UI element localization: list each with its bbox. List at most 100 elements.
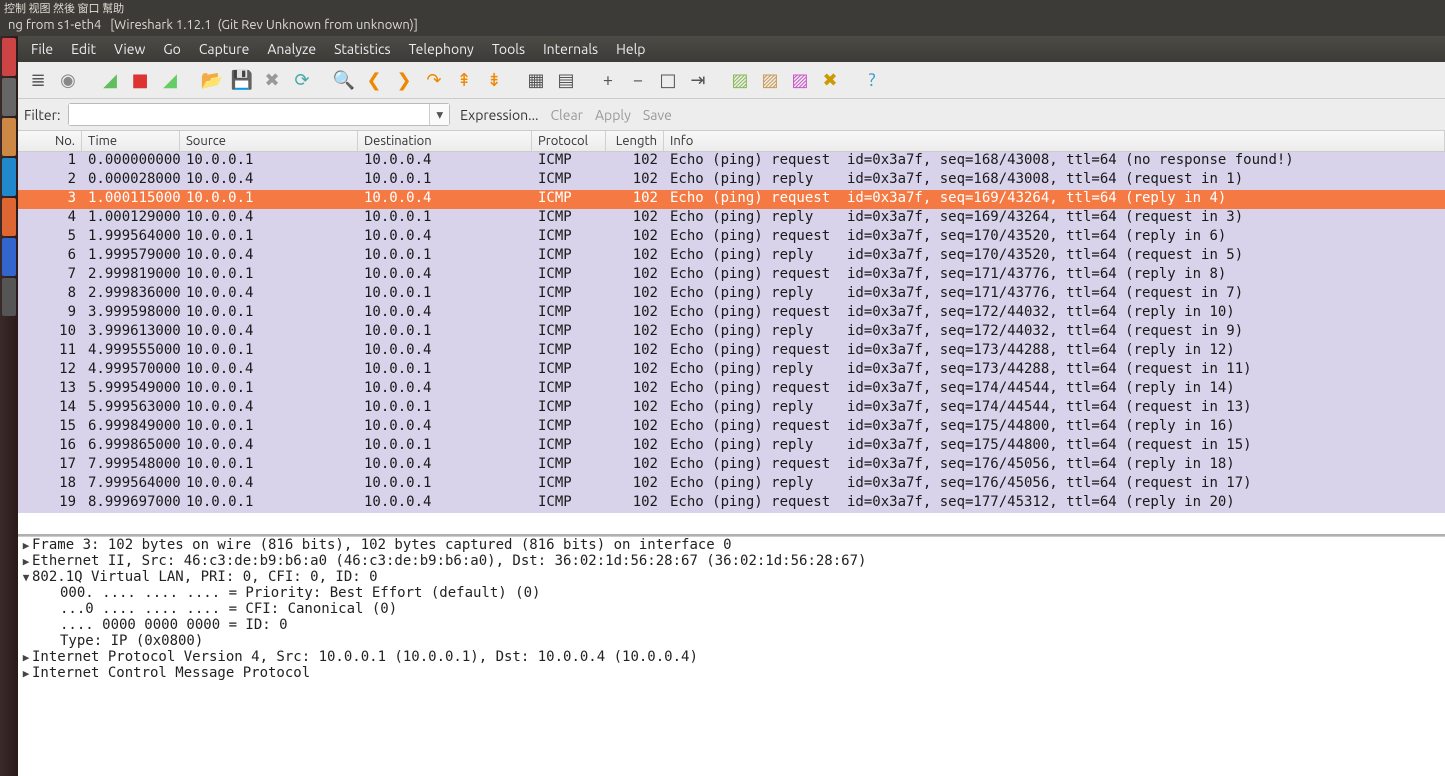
packet-row[interactable]: 124.99957000010.0.0.410.0.0.1ICMP102Echo… — [18, 361, 1445, 380]
packet-row[interactable]: 61.99957900010.0.0.410.0.0.1ICMP102Echo … — [18, 247, 1445, 266]
menu-help[interactable]: Help — [609, 39, 652, 59]
dock-icon[interactable] — [2, 78, 16, 116]
packet-row[interactable]: 145.99956300010.0.0.410.0.0.1ICMP102Echo… — [18, 399, 1445, 418]
open-icon[interactable]: 📂 — [198, 66, 226, 94]
filter-dropdown-button[interactable]: ▾ — [429, 104, 449, 125]
auto-scroll-icon[interactable]: ▤ — [552, 66, 580, 94]
packet-row[interactable]: 72.99981900010.0.0.110.0.0.4ICMP102Echo … — [18, 266, 1445, 285]
detail-row[interactable]: ...0 .... .... .... = CFI: Canonical (0) — [18, 601, 1445, 617]
detail-row[interactable]: ▼802.1Q Virtual LAN, PRI: 0, CFI: 0, ID:… — [18, 569, 1445, 585]
find-icon[interactable]: 🔍 — [330, 66, 358, 94]
packet-row[interactable]: 198.99969700010.0.0.110.0.0.4ICMP102Echo… — [18, 494, 1445, 513]
save-icon[interactable]: 💾 — [228, 66, 256, 94]
packet-row[interactable]: 93.99959800010.0.0.110.0.0.4ICMP102Echo … — [18, 304, 1445, 323]
title-right: [Wireshark 1.12.1 (Git Rev Unknown from … — [110, 18, 418, 32]
start-capture-icon[interactable]: ◢ — [96, 66, 124, 94]
menu-go[interactable]: Go — [156, 39, 187, 59]
detail-row[interactable]: .... 0000 0000 0000 = ID: 0 — [18, 617, 1445, 633]
detail-row[interactable]: Type: IP (0x0800) — [18, 633, 1445, 649]
detail-row[interactable]: ▶Internet Protocol Version 4, Src: 10.0.… — [18, 649, 1445, 665]
menu-edit[interactable]: Edit — [64, 39, 103, 59]
cell-info: Echo (ping) request id=0x3a7f, seq=177/4… — [664, 494, 1445, 513]
triangle-right-icon[interactable]: ▶ — [20, 539, 32, 552]
options-icon[interactable]: ◉ — [54, 66, 82, 94]
packet-row[interactable]: 82.99983600010.0.0.410.0.0.1ICMP102Echo … — [18, 285, 1445, 304]
packet-row[interactable]: 103.99961300010.0.0.410.0.0.1ICMP102Echo… — [18, 323, 1445, 342]
fwd-icon[interactable]: ❯ — [390, 66, 418, 94]
packet-list-body[interactable]: 10.00000000010.0.0.110.0.0.4ICMP102Echo … — [18, 152, 1445, 534]
menu-telephony[interactable]: Telephony — [402, 39, 481, 59]
dock-icon[interactable] — [2, 158, 16, 196]
packet-row[interactable]: 51.99956400010.0.0.110.0.0.4ICMP102Echo … — [18, 228, 1445, 247]
cell-src: 10.0.0.4 — [180, 475, 358, 494]
restart-capture-icon[interactable]: ◢ — [156, 66, 184, 94]
list-icon[interactable]: ≣ — [24, 66, 52, 94]
dock-icon[interactable] — [2, 238, 16, 276]
triangle-right-icon[interactable]: ▶ — [20, 555, 32, 568]
packet-list-header[interactable]: No. Time Source Destination Protocol Len… — [18, 131, 1445, 152]
zoom-in-icon[interactable]: + — [594, 66, 622, 94]
col-header-info[interactable]: Info — [664, 131, 1445, 151]
packet-row[interactable]: 114.99955500010.0.0.110.0.0.4ICMP102Echo… — [18, 342, 1445, 361]
packet-row[interactable]: 177.99954800010.0.0.110.0.0.4ICMP102Echo… — [18, 456, 1445, 475]
colorize-icon[interactable]: ▦ — [522, 66, 550, 94]
apply-button[interactable]: Apply — [593, 107, 633, 123]
col-header-no[interactable]: No. — [18, 131, 82, 151]
reload-icon[interactable]: ⟳ — [288, 66, 316, 94]
save-button[interactable]: Save — [641, 107, 674, 123]
detail-row[interactable]: ▶Frame 3: 102 bytes on wire (816 bits), … — [18, 537, 1445, 553]
packet-row[interactable]: 135.99954900010.0.0.110.0.0.4ICMP102Echo… — [18, 380, 1445, 399]
packet-row[interactable]: 41.00012900010.0.0.410.0.0.1ICMP102Echo … — [18, 209, 1445, 228]
goto-first-icon[interactable]: ⇞ — [450, 66, 478, 94]
prefs-icon[interactable]: ✖ — [816, 66, 844, 94]
dock-icon[interactable] — [2, 38, 16, 76]
expression-button[interactable]: Expression... — [458, 107, 540, 123]
packet-row[interactable]: 31.00011500010.0.0.110.0.0.4ICMP102Echo … — [18, 190, 1445, 209]
menu-tools[interactable]: Tools — [485, 39, 532, 59]
packet-row[interactable]: 20.00002800010.0.0.410.0.0.1ICMP102Echo … — [18, 171, 1445, 190]
detail-row[interactable]: ▶Internet Control Message Protocol — [18, 665, 1445, 681]
triangle-down-icon[interactable]: ▼ — [20, 571, 32, 584]
detail-row[interactable]: 000. .... .... .... = Priority: Best Eff… — [18, 585, 1445, 601]
resize-cols-icon[interactable]: ⇥ — [684, 66, 712, 94]
capture-filters-icon[interactable]: ▨ — [726, 66, 754, 94]
zoom-reset-icon[interactable]: □ — [654, 66, 682, 94]
menu-view[interactable]: View — [107, 39, 152, 59]
dock-icon[interactable] — [2, 278, 16, 316]
packet-row[interactable]: 166.99986500010.0.0.410.0.0.1ICMP102Echo… — [18, 437, 1445, 456]
menu-file[interactable]: File — [24, 39, 60, 59]
col-header-len[interactable]: Length — [606, 131, 664, 151]
packet-row[interactable]: 10.00000000010.0.0.110.0.0.4ICMP102Echo … — [18, 152, 1445, 171]
cell-dst: 10.0.0.1 — [358, 437, 532, 456]
menu-internals[interactable]: Internals — [536, 39, 605, 59]
jump-icon[interactable]: ↷ — [420, 66, 448, 94]
back-icon[interactable]: ❮ — [360, 66, 388, 94]
col-header-time[interactable]: Time — [82, 131, 180, 151]
menu-capture[interactable]: Capture — [192, 39, 257, 59]
goto-last-icon[interactable]: ⇟ — [480, 66, 508, 94]
coloring-rules-icon[interactable]: ▨ — [786, 66, 814, 94]
triangle-right-icon[interactable]: ▶ — [20, 651, 32, 664]
detail-row[interactable]: ▶Ethernet II, Src: 46:c3:de:b9:b6:a0 (46… — [18, 553, 1445, 569]
col-header-proto[interactable]: Protocol — [532, 131, 606, 151]
unity-launcher[interactable] — [0, 36, 18, 776]
dock-icon[interactable] — [2, 118, 16, 156]
help-icon[interactable]: ? — [858, 66, 886, 94]
packet-row[interactable]: 156.99984900010.0.0.110.0.0.4ICMP102Echo… — [18, 418, 1445, 437]
col-header-dst[interactable]: Destination — [358, 131, 532, 151]
menu-analyze[interactable]: Analyze — [260, 39, 323, 59]
packet-details-pane[interactable]: ▶Frame 3: 102 bytes on wire (816 bits), … — [18, 536, 1445, 776]
dock-icon[interactable] — [2, 198, 16, 236]
cell-proto: ICMP — [532, 437, 606, 456]
zoom-out-icon[interactable]: − — [624, 66, 652, 94]
clear-button[interactable]: Clear — [548, 107, 584, 123]
menu-statistics[interactable]: Statistics — [327, 39, 397, 59]
filter-bar: Filter: ▾ Expression... Clear Apply Save — [18, 99, 1445, 131]
packet-row[interactable]: 187.99956400010.0.0.410.0.0.1ICMP102Echo… — [18, 475, 1445, 494]
stop-capture-icon[interactable]: ■ — [126, 66, 154, 94]
filter-input[interactable] — [69, 104, 429, 125]
triangle-right-icon[interactable]: ▶ — [20, 667, 32, 680]
col-header-src[interactable]: Source — [180, 131, 358, 151]
display-filters-icon[interactable]: ▨ — [756, 66, 784, 94]
close-icon[interactable]: ✖ — [258, 66, 286, 94]
